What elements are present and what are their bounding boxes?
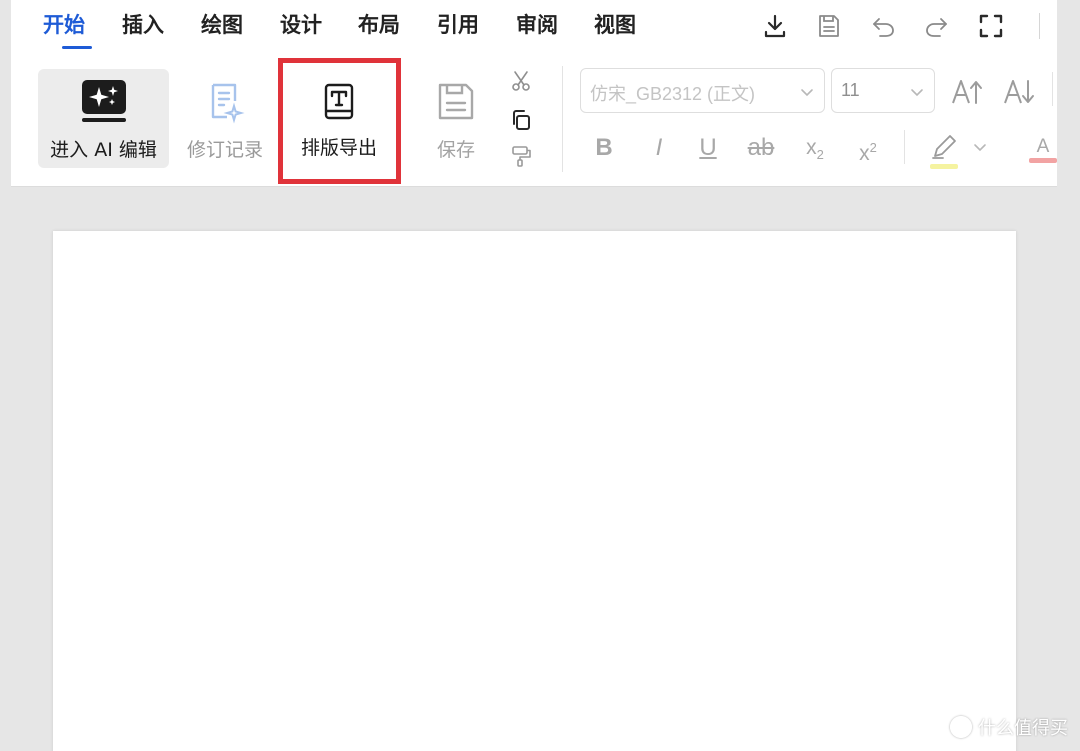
bold-button[interactable]: B	[590, 131, 618, 165]
layout-export-button[interactable]: 排版导出	[282, 69, 396, 168]
tab-design[interactable]: 设计	[280, 9, 322, 39]
ai-edit-button[interactable]: 进入 AI 编辑	[38, 69, 169, 168]
revision-history-button[interactable]: 修订记录	[178, 69, 272, 168]
ribbon-separator	[1052, 72, 1053, 106]
scissors-icon[interactable]	[509, 69, 533, 93]
chevron-down-icon[interactable]	[973, 140, 987, 154]
undo-icon[interactable]	[869, 12, 897, 40]
increase-font-size-icon[interactable]	[951, 77, 983, 107]
tab-view[interactable]: 视图	[594, 9, 636, 39]
ribbon-separator	[562, 66, 563, 172]
font-family-dropdown[interactable]: 仿宋_GB2312 (正文)	[580, 68, 825, 113]
watermark-logo-icon	[950, 716, 972, 738]
font-color-bar	[1029, 158, 1057, 163]
font-size-dropdown[interactable]: 11	[831, 68, 935, 113]
fullscreen-icon[interactable]	[977, 12, 1005, 40]
decrease-font-size-icon[interactable]	[1003, 77, 1035, 107]
tab-start[interactable]: 开始	[43, 9, 85, 39]
font-size-value: 11	[841, 80, 860, 100]
ai-sparkle-icon	[81, 80, 126, 122]
watermark-text: 什么值得买	[978, 718, 1068, 739]
ribbon-separator	[904, 130, 905, 164]
site-watermark: 什么值得买	[950, 714, 1068, 740]
subscript-x: x	[806, 136, 817, 159]
ai-edit-label: 进入 AI 编辑	[50, 139, 157, 161]
tab-review[interactable]: 审阅	[516, 9, 558, 39]
strikethrough-button[interactable]: ab	[743, 131, 779, 165]
revision-history-label: 修订记录	[186, 139, 263, 161]
chevron-down-icon	[801, 89, 813, 97]
tab-insert[interactable]: 插入	[122, 9, 164, 39]
redo-icon[interactable]	[923, 12, 951, 40]
tab-layout[interactable]: 布局	[358, 9, 400, 39]
save-label: 保存	[436, 139, 475, 161]
document-page[interactable]	[53, 231, 1016, 751]
layout-export-label: 排版导出	[300, 137, 377, 159]
tab-draw[interactable]: 绘图	[201, 9, 243, 39]
superscript-index: 2	[869, 140, 877, 155]
active-tab-indicator	[62, 46, 92, 49]
subscript-button[interactable]: x2	[800, 131, 830, 165]
copy-icon[interactable]	[509, 108, 533, 132]
superscript-x: x	[859, 142, 870, 165]
save-file-icon[interactable]	[815, 12, 843, 40]
revision-icon	[211, 83, 245, 124]
tab-references[interactable]: 引用	[437, 9, 479, 39]
save-icon	[438, 83, 474, 120]
subscript-index: 2	[816, 147, 824, 163]
toolbar-divider	[1039, 13, 1040, 39]
font-family-value: 仿宋_GB2312 (正文)	[590, 84, 756, 104]
format-painter-icon[interactable]	[509, 144, 533, 168]
layout-export-icon	[324, 83, 354, 120]
underline-button[interactable]: U	[694, 131, 722, 165]
chevron-down-icon	[911, 89, 923, 97]
save-button[interactable]: 保存	[420, 69, 492, 168]
italic-button[interactable]: I	[645, 131, 673, 165]
highlighter-icon[interactable]	[929, 132, 959, 170]
download-icon[interactable]	[761, 12, 789, 40]
superscript-button[interactable]: x2	[853, 131, 883, 165]
